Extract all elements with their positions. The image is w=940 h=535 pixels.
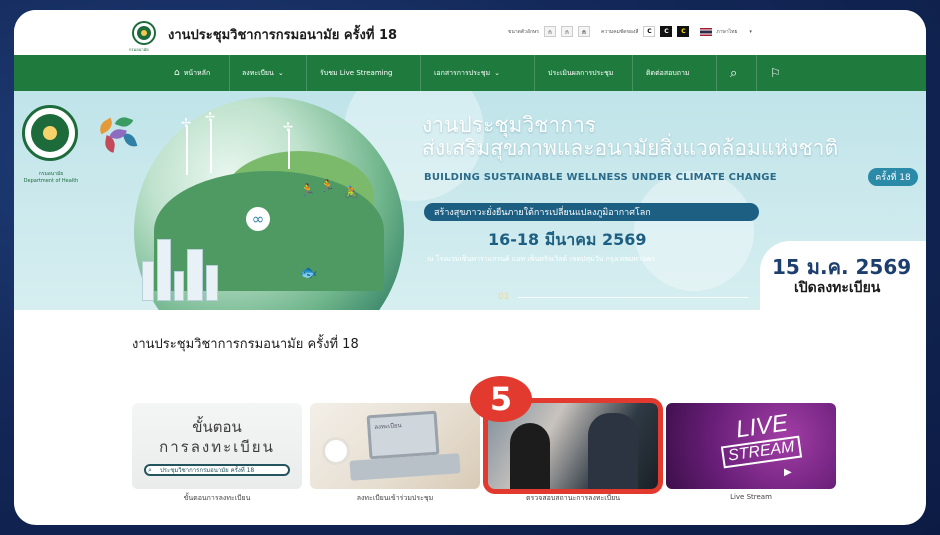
font-size-label: ขนาดตัวอักษร — [508, 28, 539, 35]
wind-turbine-icon — [205, 110, 215, 173]
wind-turbine-icon — [181, 116, 191, 175]
nav-item-home[interactable]: ⌂ หน้าหลัก — [174, 55, 210, 91]
chevron-down-icon: ⌄ — [277, 69, 284, 77]
laptop-keyboard — [349, 453, 461, 481]
department-logo[interactable] — [132, 21, 156, 45]
hero-title-line1: งานประชุมวิชาการ — [422, 113, 597, 137]
accessibility-controls: ขนาดตัวอักษร ก ก ก ความคมชัดของสี C C C … — [508, 26, 752, 37]
runner-icon: 🏃 — [300, 183, 315, 197]
wind-turbine-icon — [283, 120, 293, 169]
font-size-medium-button[interactable]: ก — [560, 26, 573, 37]
contrast-dark-button[interactable]: C — [660, 26, 673, 37]
card-label-registration-steps[interactable]: ขั้นตอนการลงทะเบียน — [132, 493, 302, 504]
stream-text: STREAM — [720, 435, 802, 469]
section-title: งานประชุมวิชาการกรมอนามัย ครั้งที่ 18 — [132, 337, 359, 352]
card-thumb-search: ⌕ ประชุมวิชาการกรมอนามัย ครั้งที่ 18 — [144, 464, 290, 476]
card-label-check-status[interactable]: ตรวจสอบสถานะการลงทะเบียน — [488, 493, 658, 504]
card-registration-steps[interactable]: ขั้นตอน การลงทะเบียน ⌕ ประชุมวิชาการกรมอ… — [132, 403, 302, 489]
contrast-label: ความคมชัดของสี — [600, 28, 639, 35]
cyclist-icon: 🚴 — [344, 185, 359, 199]
fish-icon: 🐟 — [300, 265, 318, 281]
nav-item-registration[interactable]: ลงทะเบียน ⌄ — [242, 55, 284, 91]
laptop-icon: ลงทะเบียน — [366, 410, 440, 460]
event-date: 16-18 มีนาคม 2569 — [488, 230, 647, 249]
step-number-badge: 5 — [470, 376, 532, 422]
department-seal-icon — [22, 105, 78, 161]
contrast-yellow-button[interactable]: C — [677, 26, 690, 37]
registration-open-text: เปิดลงทะเบียน — [794, 280, 881, 296]
runner-icon: 🏃 — [320, 179, 335, 193]
slide-indicator[interactable]: 01 — [498, 292, 509, 302]
play-icon: ▶ — [784, 467, 792, 478]
card-register[interactable]: ลงทะเบียน — [310, 403, 480, 489]
leaf-emblem-icon — [96, 114, 142, 161]
nav-item-label: รับชม Live Streaming — [320, 68, 393, 77]
chevron-down-icon: ▾ — [749, 28, 752, 35]
hero-logo-caption: กรมอนามัย Department of Health — [23, 171, 79, 184]
thai-flag-icon — [700, 27, 713, 36]
event-venue: ณ โรงแรมเซ็นทาราแกรนด์ แอท เซ็นทรัลเวิลด… — [427, 255, 656, 263]
hero-banner[interactable]: กรมอนามัย Department of Health 🏃 🏃 🚴 ∞ 🐟 — [14, 91, 926, 310]
nav-item-contact[interactable]: ติดต่อสอบถาม — [646, 55, 690, 91]
site-title[interactable]: งานประชุมวิชาการกรมอนามัย ครั้งที่ 18 — [168, 24, 397, 45]
contrast-normal-button[interactable]: C — [643, 26, 656, 37]
font-size-small-button[interactable]: ก — [543, 26, 556, 37]
nav-item-live-streaming[interactable]: รับชม Live Streaming — [320, 55, 392, 91]
language-select[interactable]: ภาษาไทย ▾ — [700, 27, 752, 36]
language-value: ภาษาไทย — [716, 28, 738, 35]
browser-frame: กรมอนามัย งานประชุมวิชาการกรมอนามัย ครั้… — [14, 10, 926, 525]
card-live-stream[interactable]: LIVE STREAM ▶ — [666, 403, 836, 489]
hero-subtitle: สร้างสุขภาวะยั่งยืนภายใต้การเปลี่ยนแปลงภ… — [424, 203, 759, 221]
search-icon[interactable]: ⌕ — [730, 55, 737, 91]
card-label-live-stream[interactable]: Live Stream — [666, 493, 836, 501]
nav-item-label: หน้าหลัก — [183, 68, 211, 77]
home-icon: ⌂ — [174, 68, 180, 78]
hero-title-line2: ส่งเสริมสุขภาพและอนามัยสิ่งแวดล้อมแห่งชา… — [422, 136, 839, 160]
infinity-logo-icon: ∞ — [246, 207, 270, 231]
nav-item-evaluation[interactable]: ประเมินผลการประชุม — [548, 55, 613, 91]
nav-item-documents[interactable]: เอกสารการประชุม ⌄ — [434, 55, 500, 91]
search-icon: ⌕ — [148, 466, 152, 474]
font-size-large-button[interactable]: ก — [577, 26, 590, 37]
nav-item-label: ติดต่อสอบถาม — [646, 68, 690, 77]
city-skyline-icon — [142, 211, 237, 301]
nav-item-label: ลงทะเบียน — [242, 68, 274, 77]
slide-progress-line — [518, 297, 748, 298]
main-nav: ⌂ หน้าหลัก ลงทะเบียน ⌄ รับชม Live Stream… — [14, 55, 926, 91]
card-label-register[interactable]: ลงทะเบียนเข้าร่วมประชุม — [310, 493, 480, 504]
logo-caption: กรมอนามัย — [129, 47, 149, 52]
edition-badge: ครั้งที่ 18 — [868, 168, 918, 186]
nav-item-label: ประเมินผลการประชุม — [548, 68, 614, 77]
sitemap-icon[interactable]: ⚐ — [770, 55, 781, 91]
hero-english-theme: BUILDING SUSTAINABLE WELLNESS UNDER CLIM… — [424, 172, 777, 183]
chevron-down-icon: ⌄ — [494, 69, 500, 77]
card-thumb-line2: การลงทะเบียน — [159, 438, 275, 456]
site-header: กรมอนามัย งานประชุมวิชาการกรมอนามัย ครั้… — [14, 10, 926, 55]
coffee-mug-icon — [322, 437, 350, 465]
nav-item-label: เอกสารการประชุม — [434, 68, 491, 77]
